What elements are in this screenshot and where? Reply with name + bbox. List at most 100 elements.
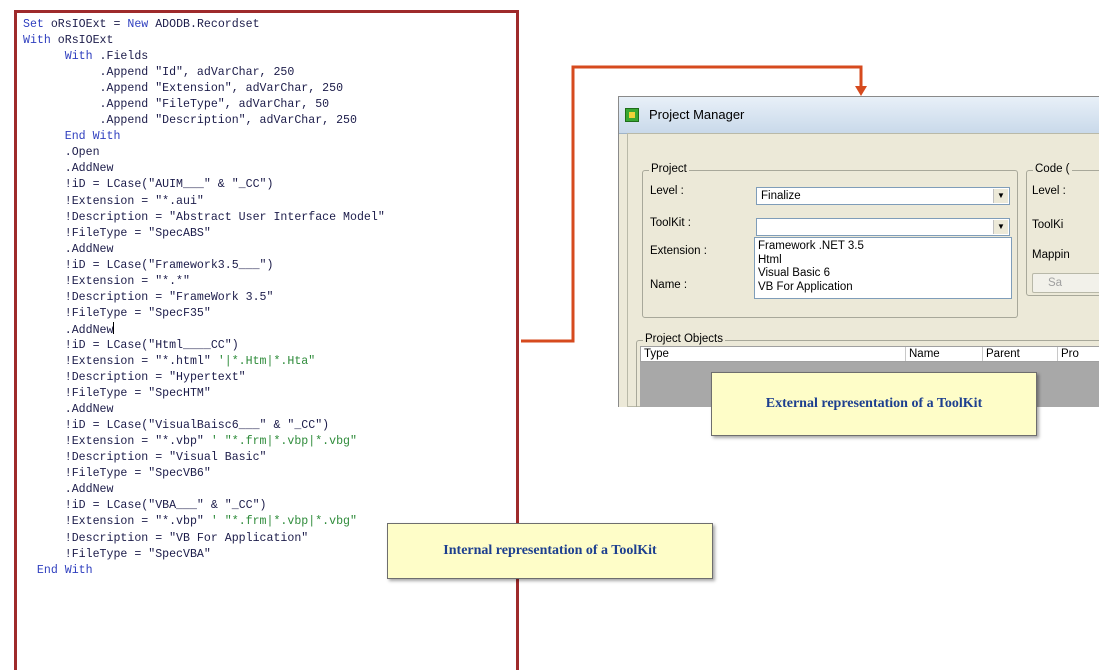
code-text: !Extension = "*.aui" <box>23 194 204 208</box>
level-combobox[interactable]: Finalize ▼ <box>756 187 1010 205</box>
code-line: !Description = "Abstract User Interface … <box>23 210 516 226</box>
code-text: oRsIOExt <box>50 34 114 48</box>
code-text: !Extension = "*.*" <box>23 274 190 288</box>
code-line: .AddNew <box>23 321 516 338</box>
code-line: With oRsIOExt <box>23 33 516 49</box>
window-body: Project Level : Finalize ▼ ToolKit : ▼ E… <box>627 133 1099 407</box>
code-text: !FileType = "SpecABS" <box>23 226 211 240</box>
code-text: !iD = LCase("Html____CC") <box>23 338 239 352</box>
code-line: !FileType = "SpecF35" <box>23 306 516 322</box>
code-text: !iD = LCase("AUIM___" & "_CC") <box>23 178 274 192</box>
code-text: oRsIOExt = <box>43 18 128 31</box>
project-groupbox-title: Project <box>649 163 689 175</box>
column-name[interactable]: Name <box>906 347 983 361</box>
objects-table-header: Type Name Parent Pro <box>640 346 1099 362</box>
code-text: !Extension = "*.html" <box>23 354 218 368</box>
code-line: !Description = "Hypertext" <box>23 370 516 386</box>
code-line: !iD = LCase("VBA___" & "_CC") <box>23 498 516 514</box>
column-type[interactable]: Type <box>641 347 906 361</box>
connector-arrowhead <box>855 86 867 96</box>
code-text: !FileType = "SpecVBA" <box>23 547 211 561</box>
code-keyword: End With <box>36 563 93 577</box>
code-text: !FileType = "SpecVB6" <box>23 467 211 481</box>
code-line: !Extension = "*.aui" <box>23 194 516 210</box>
code-line: !Extension = "*.vbp" ' "*.frm|*.vbp|*.vb… <box>23 434 516 450</box>
chevron-down-icon[interactable]: ▼ <box>993 220 1008 234</box>
code-comment: '|*.Htm|*.Hta" <box>217 354 316 368</box>
code-line: .AddNew <box>23 482 516 498</box>
code-keyword: End With <box>64 130 121 144</box>
code-line: !Description = "FrameWork 3.5" <box>23 290 516 306</box>
code-text: .AddNew <box>23 483 114 497</box>
project-groupbox: Project Level : Finalize ▼ ToolKit : ▼ E… <box>642 163 1018 318</box>
code-keyword: With <box>64 50 93 64</box>
code-line: .Append "Description", adVarChar, 250 <box>23 113 516 129</box>
code-line: !iD = LCase("AUIM___" & "_CC") <box>23 177 516 193</box>
code-listing: Set oRsIOExt = New ADODB.Recordset With o… <box>17 13 516 579</box>
code-text: !iD = LCase("VBA___" & "_CC") <box>23 499 267 513</box>
code-keyword: New <box>127 18 149 31</box>
toolkit-option[interactable]: Visual Basic 6 <box>758 267 1008 281</box>
code-line: !iD = LCase("Framework3.5___") <box>23 258 516 274</box>
toolkit-option[interactable]: Html <box>758 254 1008 268</box>
code-keyword: Set <box>23 18 44 31</box>
chevron-down-icon[interactable]: ▼ <box>993 189 1008 203</box>
project-manager-window: Project Manager Project Level : Finalize… <box>618 96 1099 407</box>
code-line: !Extension = "*.html" '|*.Htm|*.Hta" <box>23 354 516 370</box>
code-text: !Description = "Hypertext" <box>23 371 246 385</box>
toolkit-option[interactable]: Framework .NET 3.5 <box>758 240 1008 254</box>
code-line: !Extension = "*.*" <box>23 274 516 290</box>
code-text: !iD = LCase("Framework3.5___") <box>23 258 274 272</box>
code-line: !iD = LCase("Html____CC") <box>23 338 516 354</box>
code-text: !Extension = "*.vbp" <box>23 435 211 449</box>
code-text: .Append "Extension", adVarChar, 250 <box>23 82 344 96</box>
code-line: Set oRsIOExt = New ADODB.Recordset <box>23 17 516 33</box>
code-text: !Description = "FrameWork 3.5" <box>23 290 274 304</box>
code-line: With .Fields <box>23 49 516 65</box>
toolkit-label: ToolKit : <box>650 217 691 229</box>
code-line: .AddNew <box>23 402 516 418</box>
code-toolkit-label: ToolKi <box>1032 219 1064 231</box>
window-title: Project Manager <box>649 107 745 122</box>
code-text: .AddNew <box>23 323 114 337</box>
code-text: !Description = "VB For Application" <box>23 531 309 545</box>
code-text: !Extension = "*.vbp" <box>23 515 211 529</box>
code-comment: ' "*.frm|*.vbp|*.vbg" <box>210 435 357 449</box>
toolkit-combobox[interactable]: ▼ <box>756 218 1010 236</box>
name-label: Name : <box>650 279 688 291</box>
column-parent[interactable]: Parent <box>983 347 1058 361</box>
code-level-label: Level : <box>1032 185 1066 197</box>
code-groupbox-title: Code ( <box>1033 163 1072 175</box>
save-button-label: Sa <box>1048 277 1063 289</box>
code-line: .Append "FileType", adVarChar, 50 <box>23 97 516 113</box>
code-groupbox: Code ( Level : ToolKi Mappin Sa <box>1026 163 1099 296</box>
code-line: !iD = LCase("VisualBaisc6___" & "_CC") <box>23 418 516 434</box>
mapping-label: Mappin <box>1032 249 1070 261</box>
code-line: .AddNew <box>23 242 516 258</box>
code-line: !FileType = "SpecVB6" <box>23 466 516 482</box>
code-text: .AddNew <box>23 242 114 256</box>
callout-external: External representation of a ToolKit <box>711 372 1037 436</box>
code-text: !FileType = "SpecHTM" <box>23 387 211 401</box>
window-titlebar: Project Manager <box>619 97 1099 134</box>
code-text: .Append "Description", adVarChar, 250 <box>23 114 357 128</box>
toolkit-option[interactable]: VB For Application <box>758 281 1008 295</box>
code-line: !FileType = "SpecHTM" <box>23 386 516 402</box>
level-label: Level : <box>650 185 684 197</box>
app-icon <box>625 108 639 122</box>
text-caret <box>113 321 115 334</box>
code-text: .Open <box>23 146 100 160</box>
project-objects-title: Project Objects <box>643 333 725 345</box>
column-pro[interactable]: Pro <box>1058 347 1099 361</box>
code-text: ADODB.Recordset <box>148 18 260 31</box>
toolkit-dropdown-list[interactable]: Framework .NET 3.5 Html Visual Basic 6 VB F… <box>754 237 1012 299</box>
code-line: End With <box>23 129 516 145</box>
code-text: !iD = LCase("VisualBaisc6___" & "_CC") <box>23 419 330 433</box>
save-button[interactable]: Sa <box>1032 273 1099 293</box>
code-text: .AddNew <box>23 403 114 417</box>
code-keyword: With <box>23 34 51 48</box>
code-line: !FileType = "SpecABS" <box>23 226 516 242</box>
